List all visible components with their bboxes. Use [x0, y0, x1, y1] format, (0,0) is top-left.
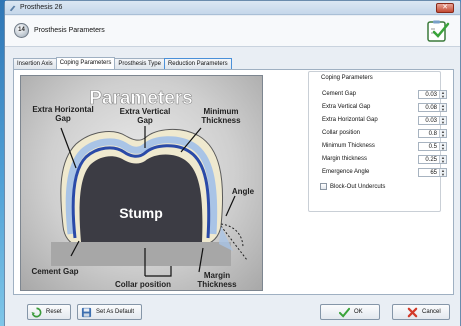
- page-title: Prosthesis Parameters: [34, 27, 105, 34]
- param-emergence-angle: Emergence Angle 65 ▲ ▼: [322, 168, 447, 177]
- set-as-default-button[interactable]: Set As Default: [77, 304, 142, 320]
- param-label: Extra Vertical Gap: [322, 104, 371, 110]
- param-label: Margin thickness: [322, 156, 368, 162]
- reset-label: Reset: [46, 309, 62, 315]
- spin-arrows-icon[interactable]: ▲ ▼: [439, 156, 446, 163]
- coping-illustration: Parameters Extra Horizontal Gap Extra Ve…: [31, 88, 255, 289]
- stump-shape: [79, 154, 203, 242]
- tab-coping-parameters[interactable]: Coping Parameters: [55, 57, 116, 69]
- spin-arrows-icon[interactable]: ▲ ▼: [439, 91, 446, 98]
- label-margin-thickness-2: Thickness: [197, 280, 237, 289]
- extra-vertical-gap-spinbox[interactable]: 0.08 ▲ ▼: [418, 103, 447, 112]
- label-extra-vertical-gap: Extra Vertical: [120, 107, 171, 116]
- tab-strip: Insertion Axis Coping Parameters Prosthe…: [13, 57, 232, 69]
- label-extra-vertical-gap-2: Gap: [137, 116, 153, 125]
- spin-value: 0.08: [425, 105, 437, 111]
- ok-label: OK: [354, 309, 363, 315]
- label-extra-horizontal-gap-2: Gap: [55, 114, 71, 123]
- checklist-icon: [427, 20, 450, 42]
- checkmark-icon: [339, 307, 350, 318]
- prosthesis-window: Prosthesis 26 ✕ 14 Prosthesis Parameters…: [4, 0, 461, 326]
- cancel-icon: [407, 307, 418, 317]
- app-icon: [9, 5, 16, 11]
- set-as-default-label: Set As Default: [96, 309, 135, 315]
- ok-button[interactable]: OK: [320, 304, 380, 320]
- label-extra-horizontal-gap: Extra Horizontal: [32, 105, 93, 114]
- spin-value: 0.03: [425, 92, 437, 98]
- cancel-button[interactable]: Cancel: [392, 304, 450, 320]
- parameters-diagram: Parameters Extra Horizontal Gap Extra Ve…: [20, 75, 263, 291]
- spin-value: 65: [430, 170, 437, 176]
- tab-prosthesis-type[interactable]: Prosthesis Type: [114, 58, 165, 69]
- reset-button[interactable]: Reset: [27, 304, 71, 320]
- spin-value: 0.5: [428, 144, 437, 150]
- spin-arrows-icon[interactable]: ▲ ▼: [439, 117, 446, 124]
- diagram-title: Parameters: [89, 88, 193, 109]
- param-label: Cement Gap: [322, 91, 357, 97]
- close-button[interactable]: ✕: [436, 3, 454, 13]
- collar-position-spinbox[interactable]: 0.8 ▲ ▼: [418, 129, 447, 138]
- label-minimum-thickness-2: Thickness: [201, 116, 241, 125]
- margin-thickness-spinbox[interactable]: 0.25 ▲ ▼: [418, 155, 447, 164]
- window-title: Prosthesis 26: [20, 4, 63, 11]
- extra-horizontal-gap-spinbox[interactable]: 0.03 ▲ ▼: [418, 116, 447, 125]
- label-angle: Angle: [232, 187, 255, 196]
- spin-arrows-icon[interactable]: ▲ ▼: [439, 143, 446, 150]
- spin-arrows-icon[interactable]: ▲ ▼: [439, 104, 446, 111]
- arrow-angle: [225, 195, 236, 217]
- tab-reduction-parameters[interactable]: Reduction Parameters: [163, 58, 232, 69]
- param-minimum-thickness: Minimum Thickness 0.5 ▲ ▼: [322, 142, 447, 151]
- param-margin-thickness: Margin thickness 0.25 ▲ ▼: [322, 155, 447, 164]
- label-cement-gap: Cement Gap: [31, 267, 78, 276]
- param-label: Extra Horizontal Gap: [322, 117, 378, 123]
- title-bar[interactable]: Prosthesis 26: [5, 1, 460, 15]
- label-stump: Stump: [119, 205, 163, 221]
- coping-group-label: Coping Parameters: [320, 75, 374, 81]
- param-label: Minimum Thickness: [322, 143, 375, 149]
- save-icon: [81, 307, 92, 317]
- base-shape: [51, 242, 231, 266]
- minimum-thickness-spinbox[interactable]: 0.5 ▲ ▼: [418, 142, 447, 151]
- block-out-undercuts-label: Block-Out Undercuts: [330, 183, 386, 190]
- spin-value: 0.03: [425, 118, 437, 124]
- param-cement-gap: Cement Gap 0.03 ▲ ▼: [322, 90, 447, 99]
- label-margin-thickness: Margin: [204, 271, 230, 280]
- label-minimum-thickness: Minimum: [203, 107, 238, 116]
- wizard-header: 14 Prosthesis Parameters: [5, 16, 460, 47]
- block-out-undercuts-checkbox[interactable]: [320, 183, 327, 190]
- emergence-angle-spinbox[interactable]: 65 ▲ ▼: [418, 168, 447, 177]
- param-label: Emergence Angle: [322, 169, 370, 175]
- param-extra-horizontal-gap: Extra Horizontal Gap 0.03 ▲ ▼: [322, 116, 447, 125]
- step-badge: 14: [14, 23, 29, 38]
- param-collar-position: Collar position 0.8 ▲ ▼: [322, 129, 447, 138]
- spin-value: 0.8: [428, 131, 437, 137]
- label-collar-position: Collar position: [115, 280, 171, 289]
- param-extra-vertical-gap: Extra Vertical Gap 0.08 ▲ ▼: [322, 103, 447, 112]
- spin-value: 0.25: [425, 157, 437, 163]
- cement-gap-spinbox[interactable]: 0.03 ▲ ▼: [418, 90, 447, 99]
- spin-arrows-icon[interactable]: ▲ ▼: [439, 130, 446, 137]
- block-out-undercuts-row[interactable]: Block-Out Undercuts: [320, 182, 385, 191]
- spin-arrows-icon[interactable]: ▲ ▼: [439, 169, 446, 176]
- cancel-label: Cancel: [422, 309, 441, 315]
- footer-bar: Reset Set As Default OK Cancel: [5, 297, 460, 326]
- reset-icon: [31, 307, 42, 317]
- tab-insertion-axis[interactable]: Insertion Axis: [13, 58, 57, 69]
- param-label: Collar position: [322, 130, 361, 136]
